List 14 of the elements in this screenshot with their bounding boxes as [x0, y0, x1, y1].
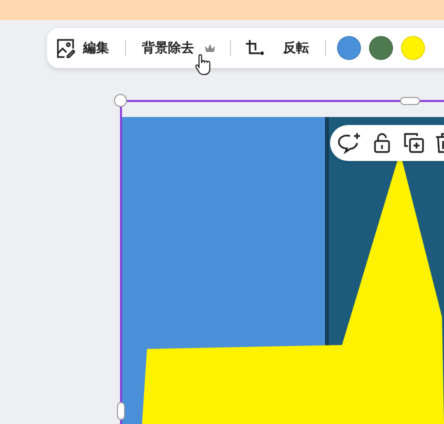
- color-swatch[interactable]: [369, 36, 393, 60]
- resize-handle[interactable]: [117, 402, 125, 420]
- add-comment-icon[interactable]: [338, 131, 362, 155]
- color-swatch[interactable]: [337, 36, 361, 60]
- resize-handle[interactable]: [114, 94, 127, 107]
- color-swatch[interactable]: [401, 36, 425, 60]
- remove-background-button[interactable]: 背景除去: [142, 42, 194, 54]
- flip-button[interactable]: 反転: [283, 42, 309, 54]
- edit-button[interactable]: 編集: [83, 42, 109, 54]
- crop-icon[interactable]: [245, 38, 264, 58]
- crown-icon: [204, 43, 216, 53]
- resize-handle[interactable]: [400, 97, 420, 105]
- duplicate-icon[interactable]: [402, 131, 426, 155]
- image-edit-icon[interactable]: [56, 38, 75, 58]
